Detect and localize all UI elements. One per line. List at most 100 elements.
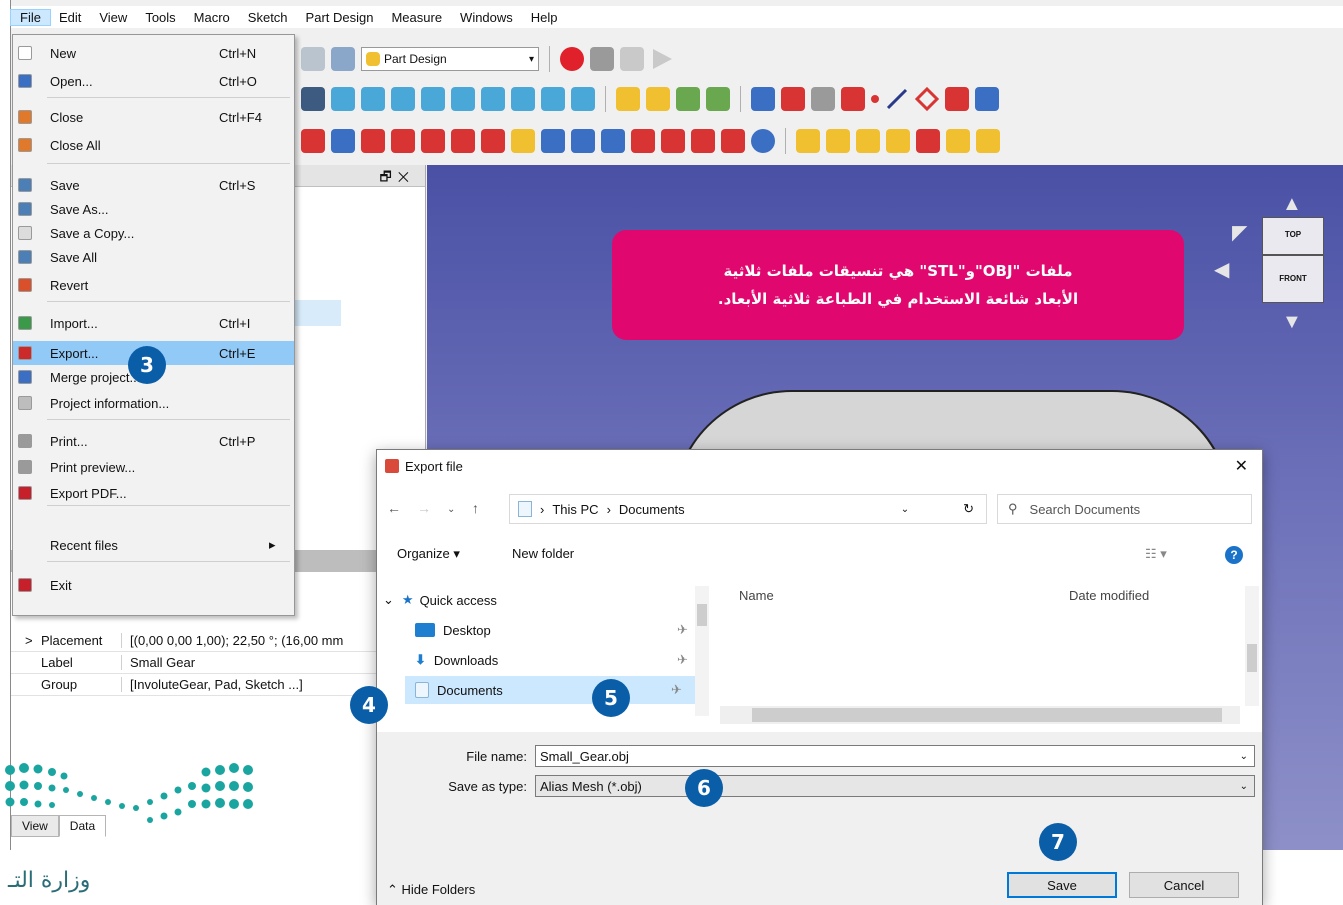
menu-sketch[interactable]: Sketch bbox=[239, 10, 297, 25]
sprocket-icon[interactable] bbox=[976, 129, 1000, 153]
pad-icon[interactable] bbox=[301, 129, 325, 153]
local-cs-icon[interactable] bbox=[945, 87, 969, 111]
file-name-field[interactable]: Small_Gear.obj ⌄ bbox=[535, 745, 1255, 767]
draft-icon[interactable] bbox=[691, 129, 715, 153]
table-row[interactable]: > Placement [(0,00 0,00 1,00); 22,50 °; (… bbox=[11, 630, 426, 652]
sketch-icon[interactable] bbox=[781, 87, 805, 111]
help-icon[interactable]: ? bbox=[1225, 546, 1243, 564]
menu-item-save-a-copy[interactable]: Save a Copy... bbox=[13, 221, 294, 245]
breadcrumb-documents[interactable]: Documents bbox=[619, 502, 685, 517]
view-right-icon[interactable] bbox=[451, 87, 475, 111]
menu-part-design[interactable]: Part Design bbox=[297, 10, 383, 25]
menu-item-save-all[interactable]: Save All bbox=[13, 245, 294, 269]
forward-arrow-icon[interactable]: → bbox=[417, 500, 431, 516]
menu-item-revert[interactable]: Revert bbox=[13, 273, 294, 297]
hole-icon[interactable] bbox=[511, 129, 535, 153]
navcube-front-face[interactable]: FRONT bbox=[1262, 255, 1324, 303]
view-front-icon[interactable] bbox=[391, 87, 415, 111]
help-cursor-icon[interactable] bbox=[331, 47, 355, 71]
expand-icon[interactable]: > bbox=[25, 633, 33, 648]
view-options-icon[interactable]: ☷ ▾ bbox=[1145, 546, 1167, 562]
new-folder-button[interactable]: New folder bbox=[512, 546, 574, 561]
navigation-cube[interactable]: ◤ ▲ ◀ TOP FRONT ▼ bbox=[1214, 193, 1332, 335]
panel-float-close-icon[interactable]: 🗗✕ bbox=[380, 168, 415, 190]
groove-icon[interactable] bbox=[541, 129, 565, 153]
view-bottom-icon[interactable] bbox=[511, 87, 535, 111]
menu-item-close[interactable]: Close Ctrl+F4 bbox=[13, 105, 294, 129]
chevron-down-icon[interactable]: ⌄ bbox=[901, 504, 909, 515]
menu-view[interactable]: View bbox=[90, 10, 136, 25]
hide-folders-button[interactable]: ⌃ Hide Folders bbox=[387, 882, 475, 898]
arrow-left-icon[interactable]: ◀ bbox=[1214, 257, 1229, 282]
cancel-button[interactable]: Cancel bbox=[1129, 872, 1239, 898]
menu-item-save-as[interactable]: Save As... bbox=[13, 197, 294, 221]
menu-measure[interactable]: Measure bbox=[382, 10, 451, 25]
subtractive-pipe-icon[interactable] bbox=[601, 129, 625, 153]
list-scrollbar[interactable] bbox=[1245, 586, 1259, 706]
measure-icon[interactable] bbox=[571, 87, 595, 111]
menu-item-save[interactable]: Save Ctrl+S bbox=[13, 173, 294, 197]
column-date-modified[interactable]: Date modified bbox=[1069, 588, 1149, 603]
datum-line-icon[interactable] bbox=[885, 87, 909, 111]
refresh-icon[interactable]: ↻ bbox=[963, 501, 974, 517]
menu-item-exit[interactable]: Exit bbox=[13, 573, 294, 597]
shape-binder-icon[interactable] bbox=[841, 87, 865, 111]
navcube-top-face[interactable]: TOP bbox=[1262, 217, 1324, 255]
address-bar[interactable]: › This PC › Documents ⌄ ↻ bbox=[509, 494, 987, 524]
scroll-thumb[interactable] bbox=[1247, 644, 1257, 672]
group-icon[interactable] bbox=[646, 87, 670, 111]
loft-icon[interactable] bbox=[361, 129, 385, 153]
workbench-selector[interactable]: Part Design ▾ bbox=[361, 47, 539, 71]
subtractive-loft-icon[interactable] bbox=[571, 129, 595, 153]
part-icon[interactable] bbox=[616, 87, 640, 111]
clone-icon[interactable] bbox=[975, 87, 999, 111]
menu-item-recent-files[interactable]: Recent files ▸ bbox=[13, 533, 294, 557]
nav-quick-access[interactable]: ⌄ ★ Quick access bbox=[383, 586, 497, 614]
macro-record-icon[interactable] bbox=[560, 47, 584, 71]
menu-windows[interactable]: Windows bbox=[451, 10, 522, 25]
macro-play-icon[interactable] bbox=[650, 47, 674, 71]
back-arrow-icon[interactable]: ← bbox=[387, 500, 401, 516]
std-view-icon[interactable] bbox=[301, 87, 325, 111]
chevron-down-icon[interactable]: ⌄ bbox=[1240, 751, 1248, 762]
horizontal-scrollbar[interactable] bbox=[720, 706, 1240, 724]
arrow-down-icon[interactable]: ▼ bbox=[1282, 311, 1302, 334]
mirrored-icon[interactable] bbox=[796, 129, 820, 153]
nav-documents[interactable]: Documents ✈ bbox=[405, 676, 695, 704]
involute-gear-icon[interactable] bbox=[946, 129, 970, 153]
save-as-type-select[interactable]: Alias Mesh (*.obj) ⌄ bbox=[535, 775, 1255, 797]
close-icon[interactable]: ✕ bbox=[1235, 456, 1248, 476]
column-name[interactable]: Name bbox=[739, 588, 774, 603]
helix-icon[interactable] bbox=[421, 129, 445, 153]
pipe-icon[interactable] bbox=[391, 129, 415, 153]
menu-tools[interactable]: Tools bbox=[136, 10, 184, 25]
multitransform-icon[interactable] bbox=[916, 129, 940, 153]
link-icon[interactable] bbox=[676, 87, 700, 111]
datum-point-icon[interactable] bbox=[871, 95, 879, 103]
macro-edit-icon[interactable] bbox=[620, 47, 644, 71]
breadcrumb-this-pc[interactable]: This PC bbox=[552, 502, 598, 517]
menu-help[interactable]: Help bbox=[522, 10, 567, 25]
fillet-icon[interactable] bbox=[631, 129, 655, 153]
view-left-icon[interactable] bbox=[541, 87, 565, 111]
scaled-icon[interactable] bbox=[886, 129, 910, 153]
chevron-down-icon[interactable]: ⌄ bbox=[1240, 781, 1248, 792]
view-rear-icon[interactable] bbox=[481, 87, 505, 111]
datum-plane-icon[interactable] bbox=[915, 87, 939, 111]
revolution-icon[interactable] bbox=[331, 129, 355, 153]
nav-downloads[interactable]: ⬇ Downloads ✈ bbox=[415, 646, 695, 674]
menu-item-close-all[interactable]: Close All bbox=[13, 133, 294, 157]
table-row[interactable]: Label Small Gear bbox=[11, 652, 426, 674]
organize-button[interactable]: Organize ▾ bbox=[397, 546, 460, 562]
boolean-icon[interactable] bbox=[751, 129, 775, 153]
arrow-up-icon[interactable]: ▲ bbox=[1282, 193, 1302, 216]
zoom-icon[interactable] bbox=[331, 87, 355, 111]
axonometric-icon[interactable] bbox=[361, 87, 385, 111]
recent-chevron-icon[interactable]: ⌄ bbox=[447, 504, 455, 515]
save-button[interactable]: Save bbox=[1007, 872, 1117, 898]
nav-desktop[interactable]: Desktop ✈ bbox=[415, 616, 695, 644]
menu-item-print-preview[interactable]: Print preview... bbox=[13, 455, 294, 479]
scroll-thumb[interactable] bbox=[752, 708, 1222, 722]
menu-item-export-pdf[interactable]: Export PDF... bbox=[13, 481, 294, 505]
chamfer-icon[interactable] bbox=[661, 129, 685, 153]
